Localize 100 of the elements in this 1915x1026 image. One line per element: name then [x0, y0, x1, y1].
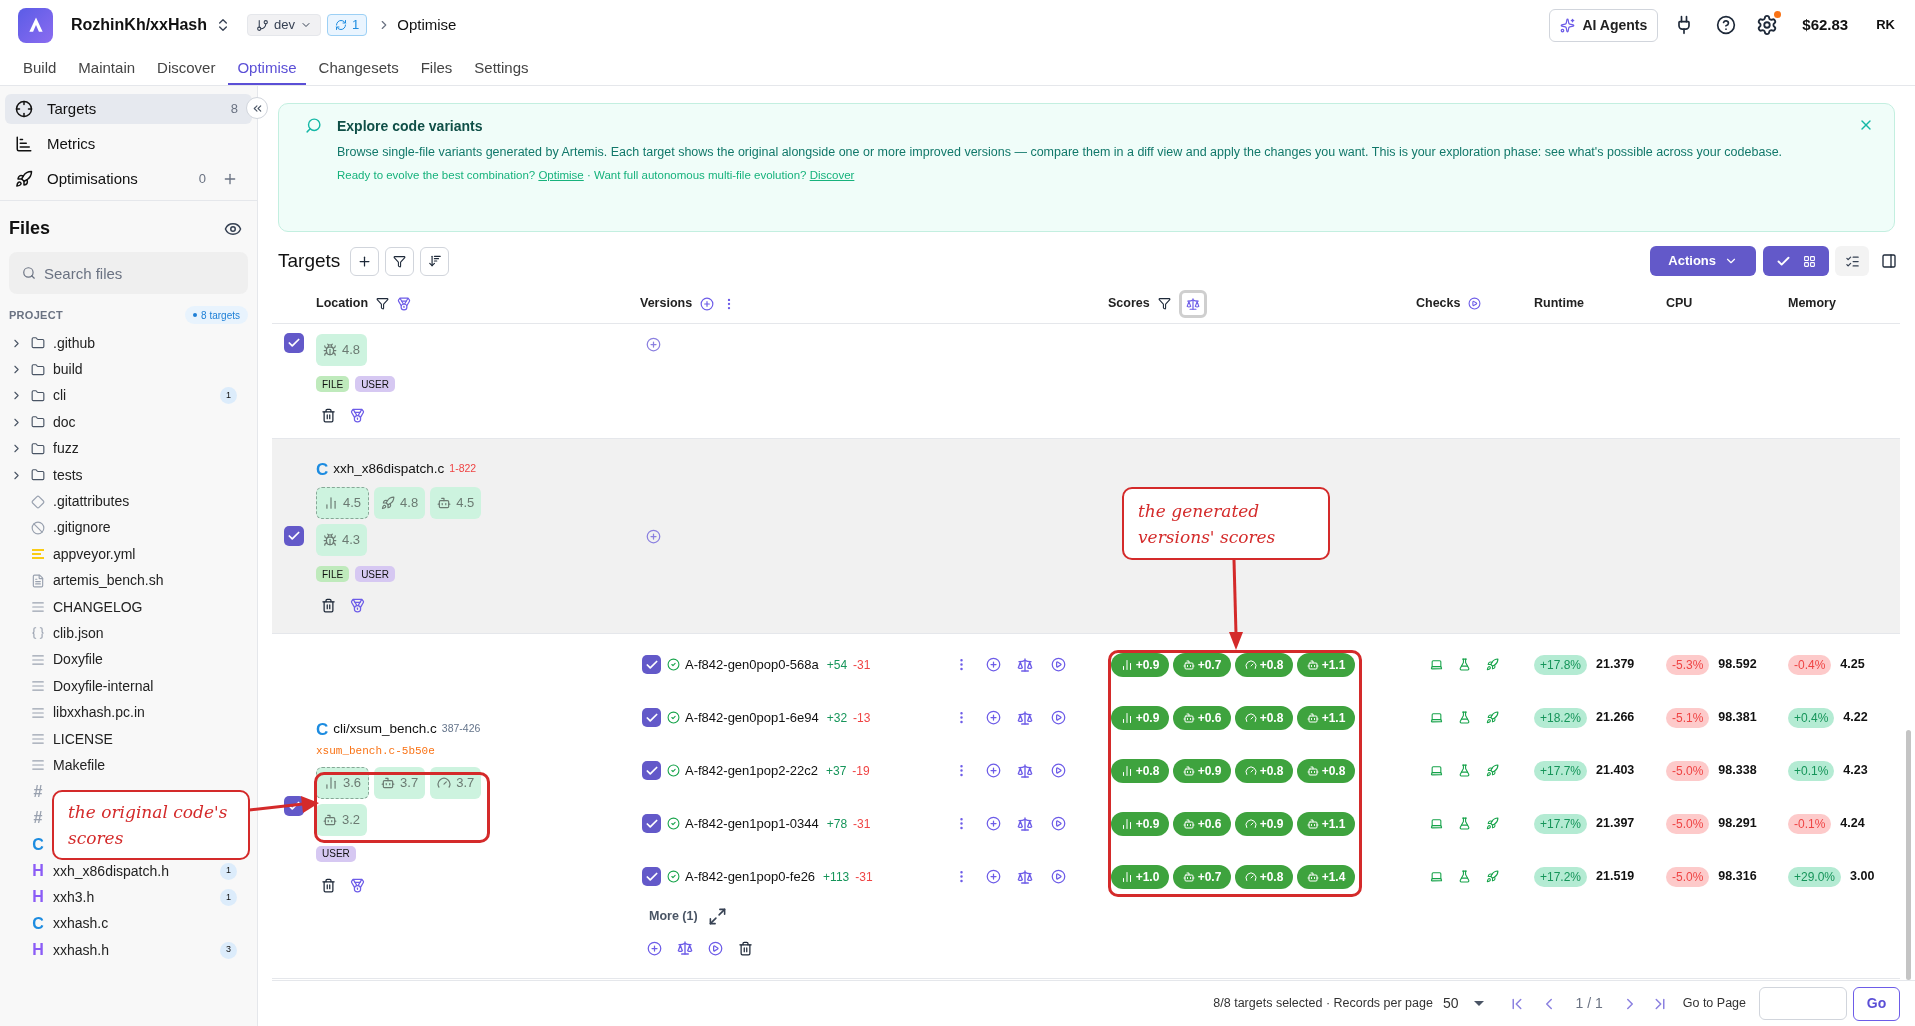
delete-icon[interactable] [321, 877, 336, 893]
version-name[interactable]: A-f842-gen1pop2-22c2 [685, 760, 818, 781]
add-icon[interactable] [986, 710, 1001, 725]
tree-item[interactable]: Makefile [53, 754, 106, 776]
medal-icon[interactable] [350, 598, 365, 614]
expand-icon[interactable] [707, 907, 727, 926]
tree-item[interactable]: tests [53, 464, 83, 486]
tree-item[interactable]: .gitignore [53, 517, 111, 539]
delete-icon[interactable] [321, 408, 336, 423]
more-versions-link[interactable]: More (1) [649, 907, 698, 926]
delete-icon[interactable] [738, 940, 753, 956]
repo-name[interactable]: RozhinKh/xxHash [71, 13, 207, 37]
tree-item[interactable]: .gitattributes [53, 491, 130, 513]
compare-icon[interactable] [1017, 815, 1033, 832]
nav-tab[interactable]: Build [14, 53, 66, 85]
add-icon[interactable] [647, 940, 662, 956]
tree-item[interactable]: Doxyfile-internal [53, 675, 154, 697]
app-logo[interactable] [18, 7, 53, 43]
nav-tab[interactable]: Discover [148, 53, 225, 85]
sort-button[interactable] [420, 246, 450, 276]
tree-item[interactable]: libxxhash.pc.in [53, 702, 145, 724]
scrollbar[interactable] [1906, 730, 1911, 980]
tree-item[interactable]: xxh_x86dispatch.h [53, 860, 169, 882]
search-icon [305, 117, 322, 134]
play-icon[interactable] [1051, 657, 1066, 672]
actions-button[interactable]: Actions [1650, 246, 1756, 276]
tree-item[interactable]: build [53, 359, 83, 381]
robot-icon [1306, 870, 1319, 883]
compare-icon[interactable] [1017, 762, 1033, 779]
user-initials[interactable]: RK [1876, 15, 1895, 35]
tree-item[interactable]: CHANGELOG [53, 596, 143, 618]
tree-item[interactable]: doc [53, 411, 76, 433]
checkbox[interactable] [284, 526, 304, 546]
view-toggle-button[interactable] [1763, 246, 1829, 276]
tree-item[interactable]: xxh3.h [53, 886, 95, 908]
version-name[interactable]: A-f842-gen1pop1-0344 [685, 813, 819, 834]
sidebar-nav-item[interactable]: Metrics [5, 129, 252, 159]
tree-item[interactable]: Doxyfile [53, 649, 103, 671]
tree-item[interactable]: .github [53, 332, 96, 354]
checkbox[interactable] [642, 708, 661, 727]
delete-icon[interactable] [321, 598, 336, 614]
nav-tab[interactable]: Maintain [69, 53, 145, 85]
play-icon[interactable] [1051, 763, 1066, 778]
add-icon[interactable] [986, 657, 1001, 672]
ai-agents-button[interactable]: AI Agents [1548, 8, 1659, 42]
file-path[interactable]: cli/xsum_bench.c [333, 719, 437, 740]
checkbox[interactable] [642, 761, 661, 780]
filter-button[interactable] [385, 246, 415, 276]
tree-item[interactable]: cli [53, 385, 67, 407]
medal-icon[interactable] [397, 296, 412, 311]
checkbox[interactable] [642, 814, 661, 833]
filter-icon[interactable] [1157, 297, 1171, 310]
play-icon[interactable] [1051, 710, 1066, 725]
compare-icon[interactable] [1017, 709, 1033, 726]
sidebar-nav-item[interactable]: Targets 8 [5, 94, 252, 124]
checkbox[interactable] [642, 655, 661, 674]
add-icon[interactable] [222, 171, 238, 187]
page-input[interactable] [1759, 987, 1847, 1020]
play-icon[interactable] [708, 940, 723, 956]
add-version-icon[interactable] [646, 528, 661, 544]
sidebar-nav-item[interactable]: Optimisations 0 [5, 164, 252, 194]
go-button[interactable]: Go [1853, 986, 1900, 1021]
tree-item[interactable]: xxhash.c [53, 913, 109, 935]
compare-icon[interactable] [1017, 656, 1033, 673]
compare-toggle[interactable] [1178, 289, 1207, 318]
tree-item[interactable]: clib.json [53, 623, 104, 644]
run-checks-icon[interactable] [1468, 297, 1482, 310]
add-version-icon[interactable] [646, 337, 661, 352]
add-icon[interactable] [986, 763, 1001, 778]
medal-icon[interactable] [350, 408, 365, 423]
tree-item[interactable]: fuzz [53, 438, 79, 460]
version-name[interactable]: A-f842-gen1pop0-fe26 [685, 866, 816, 887]
tree-item[interactable]: artemis_bench.sh [53, 570, 164, 592]
search-field[interactable]: Search files [9, 252, 248, 294]
per-page-select[interactable]: 50 [1442, 993, 1484, 1014]
nav-tab[interactable]: Settings [465, 53, 538, 85]
add-icon[interactable] [986, 816, 1001, 831]
checkbox[interactable] [284, 333, 304, 353]
version-name[interactable]: A-f842-gen0pop1-6e94 [685, 707, 819, 728]
branch-selector[interactable]: dev [247, 14, 321, 36]
compare-icon[interactable] [1017, 868, 1033, 885]
add-icon[interactable] [986, 869, 1001, 884]
compare-icon[interactable] [677, 940, 693, 956]
settings-icon[interactable] [1756, 14, 1779, 36]
version-name[interactable]: A-f842-gen0pop0-568a [685, 654, 819, 675]
medal-icon[interactable] [350, 877, 365, 893]
play-icon[interactable] [1051, 816, 1066, 831]
nav-tab[interactable]: Changesets [309, 53, 408, 85]
tree-item[interactable]: xxhash.h [53, 939, 110, 961]
checkbox[interactable] [642, 867, 661, 886]
help-icon[interactable] [1716, 15, 1737, 35]
tree-item[interactable]: appveyor.yml [53, 543, 136, 565]
panel-toggle-icon[interactable] [1881, 253, 1897, 269]
file-path[interactable]: xxh_x86dispatch.c [333, 458, 445, 480]
play-icon[interactable] [1051, 869, 1066, 884]
tree-item[interactable]: LICENSE [53, 728, 113, 750]
list-view-button[interactable] [1835, 246, 1869, 276]
filter-icon[interactable] [376, 297, 390, 310]
nav-tab[interactable]: Files [411, 53, 462, 85]
add-version-icon[interactable] [700, 296, 715, 311]
